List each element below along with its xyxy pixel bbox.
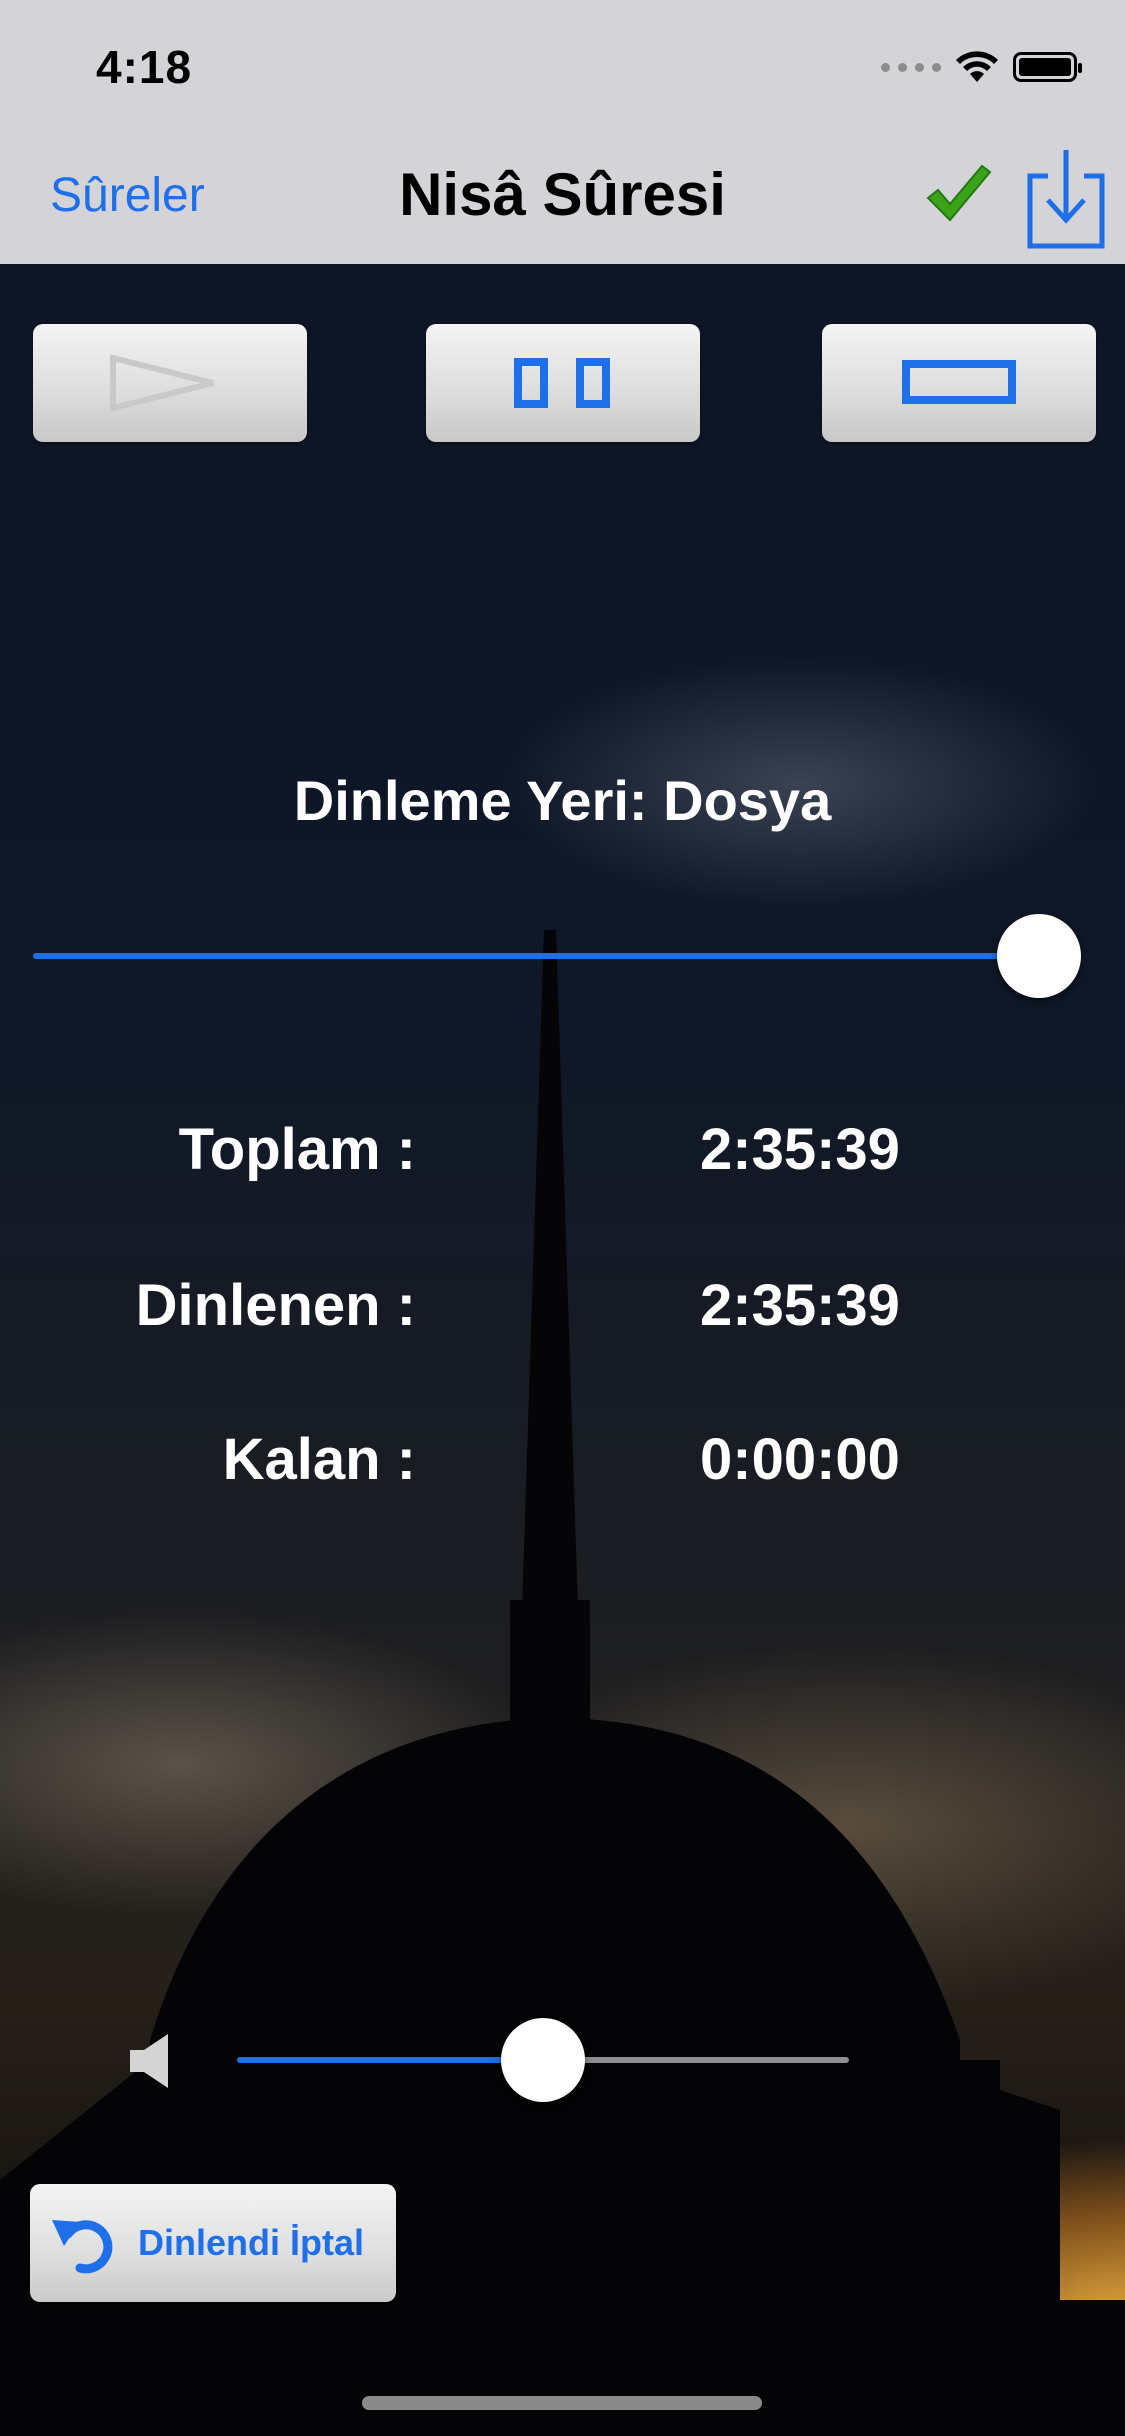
wifi-icon [956, 51, 998, 82]
pause-button[interactable] [426, 324, 700, 442]
play-icon [110, 354, 214, 412]
pause-icon [514, 358, 610, 408]
total-value: 2:35:39 [700, 1117, 900, 1182]
download-icon[interactable] [1026, 146, 1106, 250]
status-time: 4:18 [96, 41, 193, 93]
listen-place-label: Dinleme Yeri: Dosya [293, 769, 832, 832]
play-button[interactable] [33, 324, 307, 442]
total-label: Toplam : [178, 1117, 416, 1182]
listened-value: 2:35:39 [700, 1273, 900, 1338]
progress-thumb[interactable] [997, 914, 1081, 998]
remaining-value: 0:00:00 [700, 1427, 900, 1492]
checkmark-icon[interactable] [922, 158, 994, 230]
stop-button[interactable] [822, 324, 1096, 442]
remaining-label: Kalan : [222, 1427, 416, 1492]
undo-listened-button[interactable]: Dinlendi İptal [30, 2184, 396, 2302]
undo-icon [52, 2220, 113, 2274]
undo-listened-label: Dinlendi İptal [138, 2222, 365, 2263]
volume-track-empty [543, 2057, 849, 2063]
battery-icon [1013, 52, 1082, 82]
player-screen: 4:18 Sûreler Nisâ Sûresi Dinleme Yeri: D… [0, 0, 1125, 2436]
status-icons [881, 50, 1082, 84]
listened-label: Dinlenen : [135, 1273, 416, 1338]
navigation-bar: 4:18 Sûreler Nisâ Sûresi [0, 0, 1125, 264]
speaker-icon [130, 2034, 168, 2088]
stop-icon [902, 360, 1016, 404]
volume-track-filled [237, 2057, 543, 2063]
volume-thumb[interactable] [501, 2018, 585, 2102]
home-indicator[interactable] [362, 2396, 762, 2410]
cellular-signal-icon [881, 62, 941, 72]
progress-track [33, 953, 1039, 959]
